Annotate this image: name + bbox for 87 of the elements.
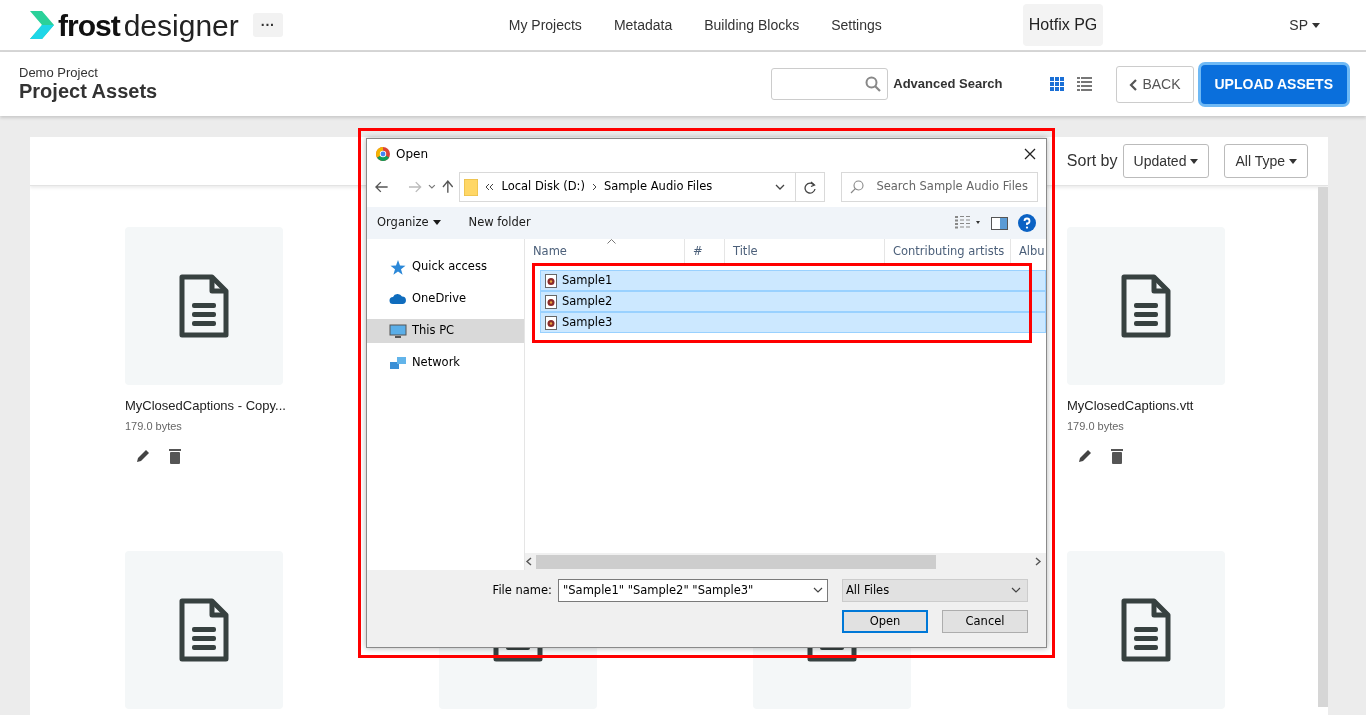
file-name-label: File name: [492, 581, 552, 599]
asset-name: MyClosedCaptions - Copy... [125, 397, 283, 415]
back-button[interactable]: BACK [1116, 65, 1194, 103]
folder-icon [464, 178, 479, 196]
user-menu[interactable]: SP [1289, 14, 1320, 36]
logo-text: designer [123, 7, 239, 44]
organize-menu[interactable]: Organize [377, 214, 441, 232]
chevron-down-icon[interactable] [774, 183, 785, 191]
chevron-down-icon [1011, 587, 1021, 594]
close-icon [1024, 148, 1036, 160]
more-button[interactable]: ··· [252, 13, 283, 37]
preview-pane-icon[interactable] [991, 216, 1008, 230]
address-bar[interactable]: Local Disk (D:) Sample Audio Files [459, 172, 796, 202]
refresh-icon [804, 180, 817, 194]
grid-view-icon[interactable] [1050, 76, 1066, 92]
search-icon [865, 76, 882, 92]
pencil-icon[interactable] [135, 448, 151, 464]
nav-item[interactable]: This PC [367, 319, 524, 343]
back-arrow-icon[interactable] [375, 181, 389, 193]
chevron-down-icon [813, 587, 823, 594]
asset-size: 179.0 bytes [1067, 418, 1125, 434]
new-folder-button[interactable]: New folder [468, 214, 531, 232]
column-header[interactable]: Name [525, 239, 685, 263]
path-segment[interactable]: Sample Audio Files [603, 178, 713, 196]
network-icon [389, 355, 407, 371]
audio-file-icon [545, 315, 557, 330]
asset-thumbnail[interactable] [1067, 227, 1225, 385]
nav-link[interactable]: Building Blocks [704, 14, 800, 36]
search-icon [850, 180, 865, 194]
scroll-left-icon[interactable] [525, 557, 532, 566]
asset-thumbnail[interactable] [1067, 551, 1225, 709]
audio-file-icon [545, 294, 557, 309]
upload-assets-button[interactable]: UPLOAD ASSETS [1200, 64, 1347, 104]
workspace-button[interactable]: Hotfix PG [1022, 4, 1104, 46]
nav-item[interactable]: OneDrive [367, 287, 524, 311]
view-options-icon[interactable] [955, 216, 981, 230]
nav-link[interactable]: Settings [831, 14, 882, 36]
trash-icon[interactable] [1111, 448, 1123, 464]
browser-icon [376, 147, 390, 161]
search-field[interactable] [771, 68, 889, 100]
chevron-right-icon [591, 183, 597, 191]
up-arrow-icon[interactable] [441, 180, 454, 194]
file-type-dropdown[interactable]: All Files [842, 579, 1028, 602]
file-name-field[interactable]: "Sample1" "Sample2" "Sample3" [558, 579, 828, 602]
asset-thumbnail[interactable] [125, 551, 283, 709]
star-icon [389, 259, 407, 275]
file-row[interactable]: Sample1 [540, 270, 1046, 291]
sort-dropdown[interactable]: Updated [1122, 144, 1210, 178]
nav-link[interactable]: Metadata [613, 14, 673, 36]
column-header[interactable]: # [685, 239, 725, 263]
nav-item[interactable]: Network [367, 351, 524, 375]
dialog-title: Open [396, 146, 429, 163]
column-header[interactable]: Albu [1011, 239, 1046, 263]
path-segment[interactable]: Local Disk (D:) [501, 178, 585, 196]
refresh-button[interactable] [795, 172, 826, 202]
scroll-right-icon[interactable] [1035, 557, 1042, 566]
asset-size: 179.0 bytes [125, 418, 183, 434]
asset-thumbnail[interactable] [125, 227, 283, 385]
asset-name: MyClosedCaptions.vtt [1067, 397, 1195, 415]
type-dropdown[interactable]: All Type [1224, 144, 1308, 178]
trash-icon[interactable] [169, 448, 181, 464]
pencil-icon[interactable] [1077, 448, 1093, 464]
file-row[interactable]: Sample3 [540, 312, 1046, 333]
breadcrumb: Demo Project [19, 65, 99, 81]
scrollbar[interactable] [1318, 187, 1328, 707]
nav-item[interactable]: Quick access [367, 255, 524, 279]
horizontal-scrollbar[interactable] [525, 553, 1046, 570]
cancel-button[interactable]: Cancel [942, 610, 1028, 633]
column-header[interactable]: Contributing artists [885, 239, 1011, 263]
logo-text: frost [58, 7, 120, 44]
chevron-down-icon[interactable] [428, 184, 436, 190]
search-field[interactable]: Search Sample Audio Files [841, 172, 1038, 202]
file-row[interactable]: Sample2 [540, 291, 1046, 312]
page-title: Project Assets [19, 80, 158, 103]
advanced-search-link[interactable]: Advanced Search [893, 74, 1003, 94]
list-view-icon[interactable] [1077, 76, 1093, 92]
sort-label: Sort by [1066, 151, 1118, 171]
computer-icon [389, 323, 407, 339]
open-button[interactable]: Open [842, 610, 928, 633]
nav-link[interactable]: My Projects [508, 14, 582, 36]
logo-icon [28, 9, 54, 41]
cloud-icon [389, 291, 407, 307]
column-header[interactable]: Title [725, 239, 885, 263]
chevron-left-icon [1129, 78, 1138, 91]
audio-file-icon [545, 273, 557, 288]
help-icon[interactable] [1018, 214, 1036, 232]
overflow-chevron-icon [485, 183, 495, 191]
